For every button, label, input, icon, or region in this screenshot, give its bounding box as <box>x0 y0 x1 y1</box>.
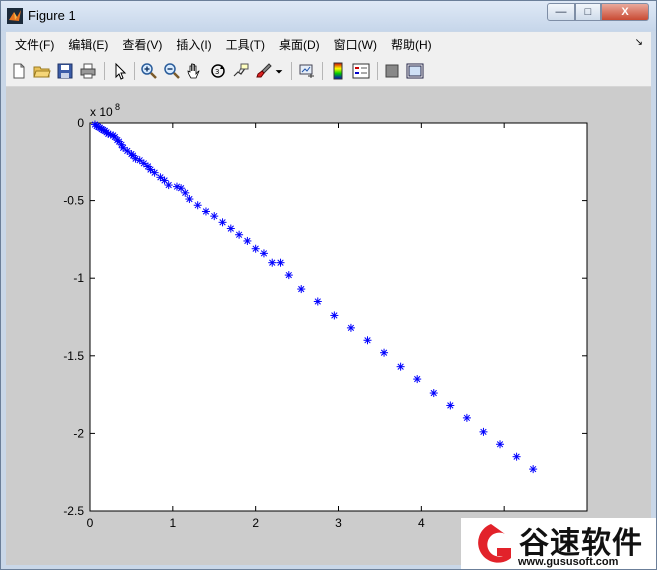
data-point <box>413 375 422 384</box>
menu-tools[interactable]: 工具(T) <box>221 36 270 53</box>
data-point <box>284 271 293 280</box>
data-point <box>496 440 505 449</box>
show-plot-tools-icon[interactable] <box>405 61 425 81</box>
toolbar-separator <box>377 62 378 80</box>
data-point <box>259 249 268 258</box>
data-point <box>429 389 438 398</box>
x-tick-label: 0 <box>87 516 94 530</box>
menu-bar: 文件(F) 编辑(E) 查看(V) 插入(I) 工具(T) 桌面(D) 窗口(W… <box>6 32 651 57</box>
minimize-button[interactable]: — <box>547 3 575 21</box>
menu-desktop[interactable]: 桌面(D) <box>274 36 325 53</box>
y-tick-label: -1.5 <box>63 349 84 363</box>
hide-plot-tools-icon[interactable] <box>382 61 402 81</box>
zoom-out-icon[interactable] <box>162 61 182 81</box>
exponent-power: 8 <box>115 102 120 112</box>
dock-arrow-icon[interactable]: ↘ <box>635 37 643 48</box>
window-title: Figure 1 <box>28 8 76 23</box>
minimize-icon: — <box>555 6 567 18</box>
data-point <box>243 236 252 245</box>
menu-view[interactable]: 查看(V) <box>117 36 167 53</box>
y-tick-label: -1 <box>73 271 84 285</box>
save-icon[interactable] <box>55 61 75 81</box>
brush-icon[interactable] <box>254 61 274 81</box>
toolbar-separator <box>322 62 323 80</box>
dropdown-arrow-icon[interactable] <box>273 61 285 81</box>
menu-edit[interactable]: 编辑(E) <box>63 36 113 53</box>
colorbar-icon[interactable] <box>328 61 348 81</box>
maximize-button[interactable]: □ <box>575 3 601 21</box>
x-tick-label: 2 <box>252 516 259 530</box>
close-icon: X <box>621 6 629 18</box>
x-tick-label: 1 <box>169 516 176 530</box>
legend-icon[interactable] <box>351 61 371 81</box>
data-cursor-icon[interactable] <box>231 61 251 81</box>
y-tick-label: 0 <box>77 116 84 130</box>
menu-file[interactable]: 文件(F) <box>10 36 59 53</box>
data-point <box>330 311 339 320</box>
figure-toolbar: 3 <box>6 57 651 87</box>
data-point <box>529 465 538 474</box>
data-point <box>512 452 521 461</box>
zoom-in-icon[interactable] <box>139 61 159 81</box>
maximize-icon: □ <box>584 6 592 18</box>
y-tick-label: -2 <box>73 426 84 440</box>
x-tick-label: 3 <box>335 516 342 530</box>
pointer-icon[interactable] <box>110 61 130 81</box>
close-button[interactable]: X <box>601 3 649 21</box>
data-point <box>396 362 405 371</box>
matlab-logo-icon <box>7 8 23 24</box>
data-point <box>462 413 471 422</box>
y-tick-label: -0.5 <box>63 194 84 208</box>
toolbar-separator <box>134 62 135 80</box>
link-plot-icon[interactable] <box>297 61 317 81</box>
data-point <box>313 297 322 306</box>
data-point <box>297 285 306 294</box>
toolbar-separator <box>104 62 105 80</box>
menu-insert[interactable]: 插入(I) <box>171 36 216 53</box>
data-point <box>363 336 372 345</box>
open-file-icon[interactable] <box>32 61 52 81</box>
scatter-plot: 01234560-0.5-1-1.5-2-2.5x 108 <box>63 102 590 530</box>
watermark-url: www.gususoft.com <box>518 556 619 568</box>
exponent-label: x 10 <box>90 105 113 119</box>
title-bar[interactable]: Figure 1 — □ X <box>1 1 656 31</box>
data-point <box>346 323 355 332</box>
data-point <box>446 401 455 410</box>
y-tick-label: -2.5 <box>63 504 84 518</box>
svg-text:3: 3 <box>215 68 219 76</box>
data-point <box>380 348 389 357</box>
pan-hand-icon[interactable] <box>185 61 205 81</box>
toolbar-separator <box>291 62 292 80</box>
data-point <box>268 258 277 267</box>
figure-window: Figure 1 — □ X 文件(F) 编辑(E) 查看(V) 插入(I) 工… <box>0 0 657 570</box>
menu-window[interactable]: 窗口(W) <box>329 36 382 53</box>
data-point <box>226 224 235 233</box>
rotate-3d-icon[interactable]: 3 <box>208 61 228 81</box>
print-icon[interactable] <box>78 61 98 81</box>
x-tick-label: 4 <box>418 516 425 530</box>
data-point <box>276 258 285 267</box>
figure-canvas[interactable]: 01234560-0.5-1-1.5-2-2.5x 108 <box>6 87 651 565</box>
data-point <box>479 427 488 436</box>
new-figure-icon[interactable] <box>9 61 29 81</box>
menu-help[interactable]: 帮助(H) <box>386 36 437 53</box>
